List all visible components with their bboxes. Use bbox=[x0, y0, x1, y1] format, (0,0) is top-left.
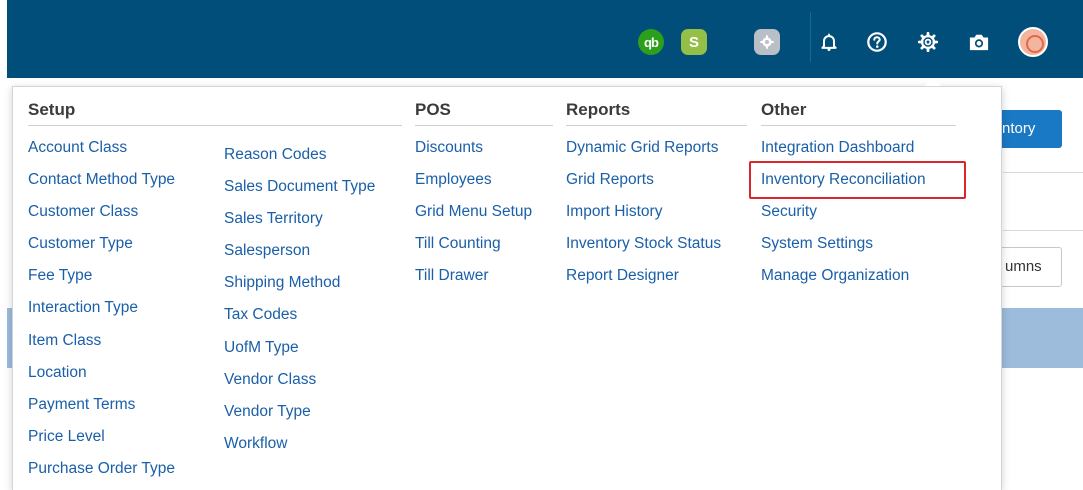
avatar[interactable] bbox=[1018, 27, 1048, 57]
bell-icon[interactable] bbox=[816, 29, 842, 55]
menu-link-vendor-type[interactable]: Vendor Type bbox=[224, 402, 311, 422]
menu-link-location[interactable]: Location bbox=[28, 363, 87, 383]
menu-link-reason-codes[interactable]: Reason Codes bbox=[224, 145, 327, 165]
reports-heading: Reports bbox=[566, 100, 747, 126]
menu-link-grid-reports[interactable]: Grid Reports bbox=[566, 170, 654, 190]
menu-link-inventory-stock-status[interactable]: Inventory Stock Status bbox=[566, 234, 721, 254]
menu-link-import-history[interactable]: Import History bbox=[566, 202, 662, 222]
menu-link-security[interactable]: Security bbox=[761, 202, 817, 222]
menu-link-manage-organization[interactable]: Manage Organization bbox=[761, 266, 909, 286]
menu-link-interaction-type[interactable]: Interaction Type bbox=[28, 298, 138, 318]
menu-link-workflow[interactable]: Workflow bbox=[224, 434, 287, 454]
menu-link-item-class[interactable]: Item Class bbox=[28, 331, 101, 351]
help-icon[interactable] bbox=[864, 29, 890, 55]
menu-link-sales-territory[interactable]: Sales Territory bbox=[224, 209, 323, 229]
menu-link-vendor-class[interactable]: Vendor Class bbox=[224, 370, 316, 390]
menu-link-customer-class[interactable]: Customer Class bbox=[28, 202, 138, 222]
menu-link-salesperson[interactable]: Salesperson bbox=[224, 241, 310, 261]
divider bbox=[1003, 230, 1083, 231]
menu-link-system-settings[interactable]: System Settings bbox=[761, 234, 873, 254]
menu-link-uofm-type[interactable]: UofM Type bbox=[224, 338, 299, 358]
divider bbox=[1003, 172, 1083, 173]
menu-link-customer-type[interactable]: Customer Type bbox=[28, 234, 133, 254]
menu-link-contact-method-type[interactable]: Contact Method Type bbox=[28, 170, 175, 190]
camera-icon[interactable] bbox=[966, 29, 992, 55]
settings-dropdown-menu: Setup POS Reports Other Account Class Co… bbox=[12, 86, 1002, 490]
other-heading: Other bbox=[761, 100, 956, 126]
menu-link-tax-codes[interactable]: Tax Codes bbox=[224, 305, 297, 325]
pos-heading: POS bbox=[415, 100, 553, 126]
menu-link-dynamic-grid-reports[interactable]: Dynamic Grid Reports bbox=[566, 138, 718, 158]
menu-link-grid-menu-setup[interactable]: Grid Menu Setup bbox=[415, 202, 532, 222]
menu-link-inventory-reconciliation[interactable]: Inventory Reconciliation bbox=[761, 170, 926, 190]
menu-link-price-level[interactable]: Price Level bbox=[28, 427, 105, 447]
topbar-divider bbox=[810, 12, 811, 62]
menu-link-till-counting[interactable]: Till Counting bbox=[415, 234, 501, 254]
menu-link-sales-document-type[interactable]: Sales Document Type bbox=[224, 177, 375, 197]
menu-link-discounts[interactable]: Discounts bbox=[415, 138, 483, 158]
menu-link-shipping-method[interactable]: Shipping Method bbox=[224, 273, 340, 293]
extension-gear-icon[interactable] bbox=[754, 29, 780, 55]
menu-link-fee-type[interactable]: Fee Type bbox=[28, 266, 92, 286]
menu-link-integration-dashboard[interactable]: Integration Dashboard bbox=[761, 138, 914, 158]
setup-heading: Setup bbox=[28, 100, 402, 126]
gear-icon[interactable] bbox=[915, 29, 941, 55]
menu-link-employees[interactable]: Employees bbox=[415, 170, 492, 190]
menu-link-account-class[interactable]: Account Class bbox=[28, 138, 127, 158]
menu-link-purchase-order-type[interactable]: Purchase Order Type bbox=[28, 459, 175, 479]
menu-link-payment-terms[interactable]: Payment Terms bbox=[28, 395, 135, 415]
quickbooks-icon[interactable]: qb bbox=[638, 29, 664, 55]
menu-caret bbox=[925, 78, 941, 86]
menu-link-report-designer[interactable]: Report Designer bbox=[566, 266, 679, 286]
shopify-icon[interactable]: S bbox=[681, 29, 707, 55]
menu-link-till-drawer[interactable]: Till Drawer bbox=[415, 266, 488, 286]
